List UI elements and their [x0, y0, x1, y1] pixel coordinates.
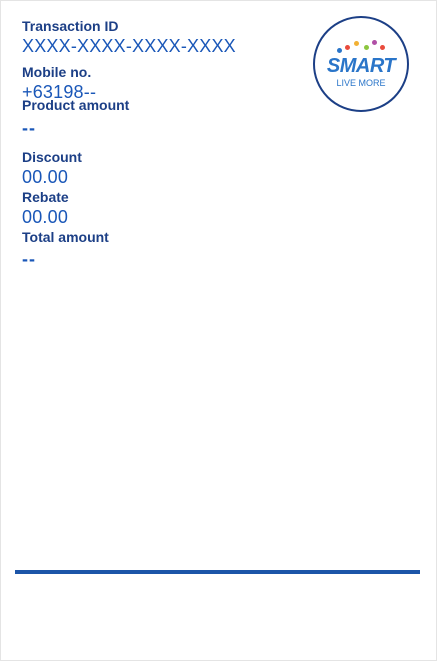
- logo-dot: [354, 41, 359, 46]
- logo-dot: [345, 45, 350, 50]
- transaction-details: Transaction ID XXXX-XXXX-XXXX-XXXX Mobil…: [22, 17, 302, 270]
- total-amount-value: --: [22, 249, 36, 269]
- product-amount-value: --: [22, 118, 36, 138]
- logo-dot: [364, 45, 369, 50]
- rebate-label: Rebate: [22, 189, 69, 205]
- discount-label: Discount: [22, 149, 82, 165]
- product-amount-label: Product amount: [22, 97, 130, 113]
- total-amount-label: Total amount: [22, 229, 109, 245]
- smart-logo-icon: SMART LIVE MORE: [313, 16, 409, 112]
- logo-dot: [380, 45, 385, 50]
- mobile-number-label: Mobile no.: [22, 64, 92, 80]
- transaction-id-value: XXXX-XXXX-XXXX-XXXX: [22, 36, 236, 56]
- logo-tagline: LIVE MORE: [336, 78, 386, 88]
- transaction-id-label: Transaction ID: [22, 18, 119, 34]
- divider-line: [15, 570, 420, 574]
- logo-wordmark: SMART: [326, 55, 396, 77]
- rebate-value: 00.00: [22, 207, 69, 227]
- discount-value: 00.00: [22, 167, 69, 187]
- logo-dot: [372, 40, 377, 45]
- logo-dot: [337, 48, 342, 53]
- receipt-card: Transaction ID XXXX-XXXX-XXXX-XXXX Mobil…: [0, 0, 437, 661]
